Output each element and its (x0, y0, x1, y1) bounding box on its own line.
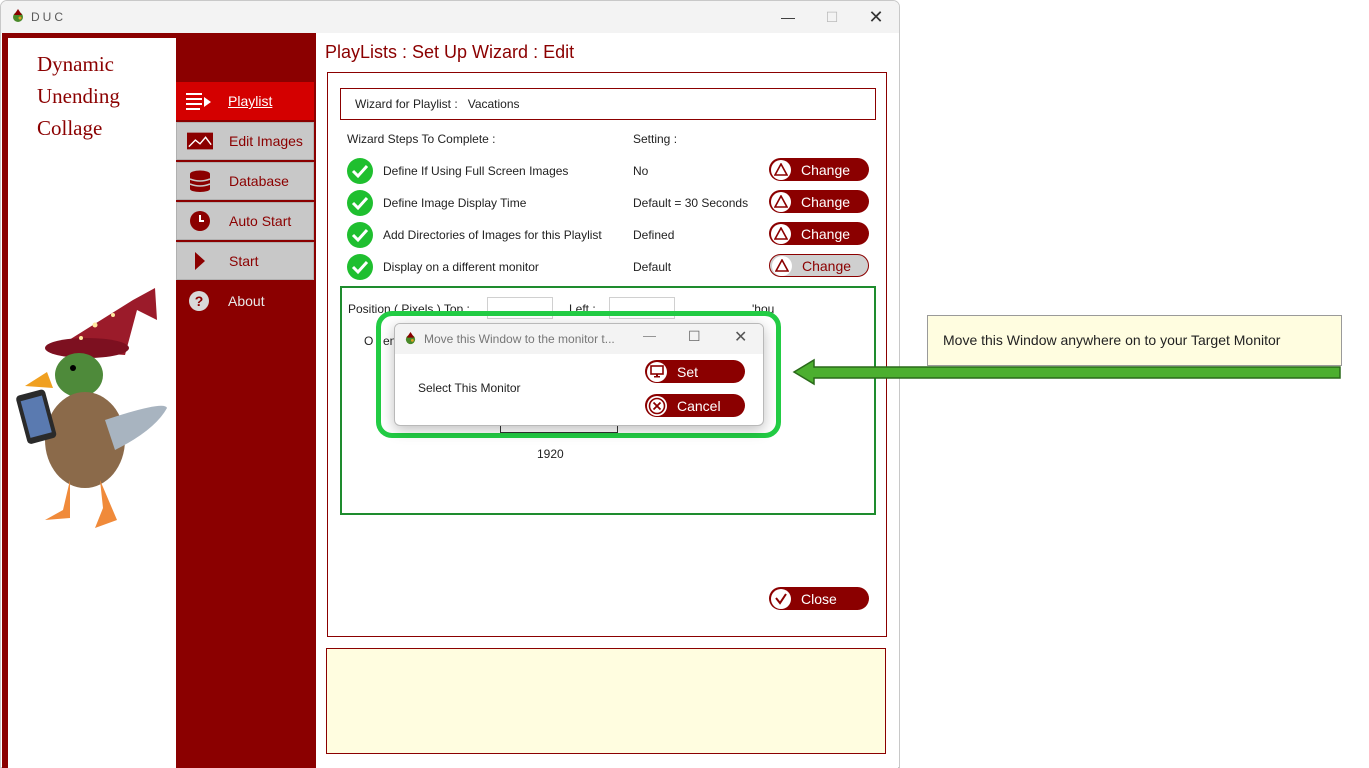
nav-label: Start (229, 253, 259, 269)
partial-label-left: O (364, 334, 374, 348)
minimize-button[interactable]: — (765, 1, 811, 33)
close-button[interactable]: Close (769, 587, 869, 610)
change-button[interactable]: Change (769, 254, 869, 277)
step-setting: Default = 30 Seconds (633, 196, 749, 210)
check-mark-icon (771, 588, 791, 609)
nav-item-playlist[interactable]: Playlist (176, 82, 314, 120)
svg-text:?: ? (195, 293, 204, 309)
playlist-name: Vacations (467, 97, 520, 111)
step-label: Define If Using Full Screen Images (383, 164, 569, 178)
message-panel (326, 648, 886, 754)
dialog-maximize-button[interactable]: ☐ (688, 328, 701, 345)
warning-icon (771, 191, 791, 212)
warning-icon (771, 223, 791, 244)
window-title: DUC (31, 10, 66, 24)
nav-label: Edit Images (229, 133, 303, 149)
maximize-button[interactable]: ☐ (809, 1, 855, 33)
database-icon (187, 170, 213, 192)
dialog-close-button[interactable]: ✕ (734, 327, 747, 347)
help-icon: ? (186, 291, 212, 311)
change-button[interactable]: Change (769, 222, 869, 245)
dialog-prompt: Select This Monitor (418, 381, 521, 395)
nav-label: Auto Start (229, 213, 292, 229)
set-label: Set (677, 363, 699, 380)
change-label: Change (801, 225, 851, 242)
wizard-step-row: Display on a different monitor Default C… (347, 253, 877, 280)
check-icon (347, 190, 373, 216)
check-icon (347, 158, 373, 184)
change-label: Change (802, 257, 852, 274)
dialog-title-bar[interactable]: Move this Window to the monitor t... — ☐… (395, 324, 763, 354)
set-button[interactable]: Set (645, 360, 745, 383)
check-icon (347, 222, 373, 248)
wizard-step-row: Add Directories of Images for this Playl… (347, 221, 877, 248)
wizard-duck-mascot (16, 288, 167, 528)
nav-label: Playlist (228, 93, 273, 109)
left-arrow-icon (792, 358, 1341, 386)
playlist-name-field: Wizard for Playlist : Vacations (340, 88, 876, 120)
step-setting: Default (633, 260, 672, 274)
sidebar-nav: Playlist Edit Images Database Auto Start… (176, 82, 316, 322)
image-icon (187, 131, 213, 151)
nav-item-about[interactable]: ? About (176, 282, 314, 320)
monitor-width-value: 1920 (537, 447, 564, 461)
clock-icon (187, 211, 213, 231)
cancel-button[interactable]: Cancel (645, 394, 745, 417)
wizard-step-row: Define If Using Full Screen Images No Ch… (347, 157, 877, 184)
nav-label: About (228, 293, 265, 309)
play-icon (187, 251, 213, 271)
steps-header: Wizard Steps To Complete : (347, 132, 496, 146)
page-title: PlayLists : Set Up Wizard : Edit (325, 42, 575, 62)
dialog-title: Move this Window to the monitor t... (424, 332, 615, 346)
monitor-icon (647, 361, 667, 382)
step-label: Add Directories of Images for this Playl… (383, 228, 602, 242)
step-setting: No (633, 164, 649, 178)
warning-icon (771, 159, 791, 180)
cancel-icon (647, 395, 667, 416)
move-window-dialog[interactable]: Move this Window to the monitor t... — ☐… (394, 323, 764, 426)
wizard-step-row: Define Image Display Time Default = 30 S… (347, 189, 877, 216)
title-bar[interactable]: DUC — ☐ ✕ (1, 1, 899, 33)
nav-item-edit-images[interactable]: Edit Images (176, 122, 314, 160)
setting-header: Setting : (633, 132, 678, 146)
step-label: Define Image Display Time (383, 196, 527, 210)
app-logo-icon (405, 332, 416, 345)
nav-item-database[interactable]: Database (176, 162, 314, 200)
warning-icon (772, 255, 792, 276)
nav-label: Database (229, 173, 289, 189)
close-window-button[interactable]: ✕ (853, 1, 899, 33)
nav-item-auto-start[interactable]: Auto Start (176, 202, 314, 240)
change-button[interactable]: Change (769, 158, 869, 181)
change-button[interactable]: Change (769, 190, 869, 213)
nav-item-start[interactable]: Start (176, 242, 314, 280)
check-icon (347, 254, 373, 280)
close-label: Close (801, 590, 837, 607)
app-logo-icon (13, 9, 23, 22)
change-label: Change (801, 193, 851, 210)
brand-title: Dynamic Unending Collage (37, 52, 120, 140)
step-setting: Defined (633, 228, 675, 242)
dialog-minimize-button[interactable]: — (643, 328, 656, 343)
cancel-label: Cancel (677, 397, 721, 414)
playlist-label: Wizard for Playlist : (355, 97, 458, 111)
change-label: Change (801, 161, 851, 178)
playlist-icon (186, 91, 212, 111)
step-label: Display on a different monitor (383, 260, 539, 274)
